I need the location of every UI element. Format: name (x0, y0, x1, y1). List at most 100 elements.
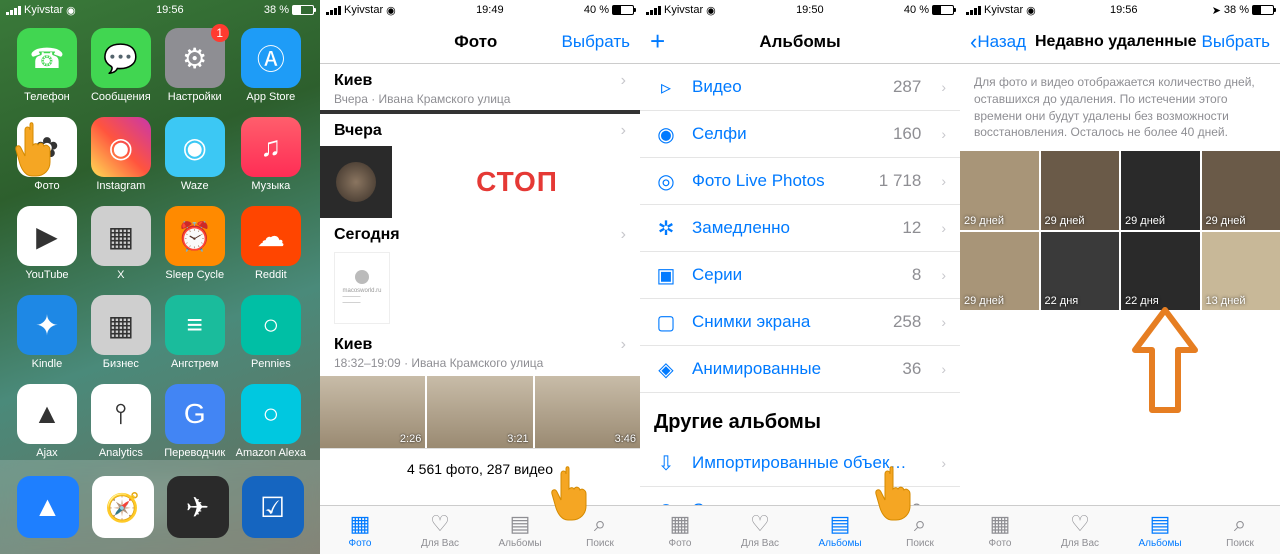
tab-icon: ⌕ (594, 512, 606, 536)
app-Настройки[interactable]: ⚙1Настройки (162, 28, 228, 103)
app-Бизнес[interactable]: ▦Бизнес (88, 295, 154, 370)
app-YouTube[interactable]: ▶YouTube (14, 206, 80, 281)
deleted-thumb[interactable]: 22 дня (1041, 232, 1120, 311)
tab-Поиск[interactable]: ⌕Поиск (560, 506, 640, 554)
app-label: Фото (34, 180, 59, 192)
tab-Фото[interactable]: ▦Фото (320, 506, 400, 554)
section-header[interactable]: Сегодня › (320, 218, 640, 248)
tab-Альбомы[interactable]: ▤Альбомы (480, 506, 560, 554)
tab-Для Вас[interactable]: ♡Для Вас (720, 506, 800, 554)
app-Переводчик[interactable]: GПереводчик (162, 384, 228, 459)
deleted-thumb[interactable]: 29 дней (960, 232, 1039, 311)
tab-label: Поиск (906, 538, 934, 549)
album-type-icon: ◈ (654, 357, 678, 381)
nav-title: Альбомы (710, 32, 890, 52)
thumbnail-row[interactable]: СТОП (320, 144, 640, 218)
video-thumb[interactable]: 2:26 (320, 376, 425, 448)
video-thumb[interactable]: 3:46 (535, 376, 640, 448)
location-icon: ➤ (1212, 4, 1221, 17)
document-thumb[interactable]: macosworld.ru—————— (334, 252, 390, 324)
tab-Фото[interactable]: ▦ Фото (960, 506, 1040, 554)
add-button[interactable]: + (650, 26, 710, 57)
duration: 2:26 (400, 433, 421, 445)
deleted-thumb[interactable]: 29 дней (1041, 151, 1120, 230)
app-label: Ajax (36, 447, 57, 459)
app-Pennies[interactable]: ○Pennies (236, 295, 306, 370)
app-Ангстрем[interactable]: ≡Ангстрем (162, 295, 228, 370)
tab-label: Фото (989, 538, 1012, 549)
nav-title: Фото (390, 32, 562, 52)
tab-Для Вас[interactable]: ♡Для Вас (1040, 506, 1120, 554)
app-Фото[interactable]: ✿Фото (14, 117, 80, 192)
tab-Поиск[interactable]: ⌕Поиск (880, 506, 960, 554)
app-Сообщения[interactable]: 💬Сообщения (88, 28, 154, 103)
deleted-thumb[interactable]: 29 дней (1202, 151, 1280, 230)
album-row[interactable]: ◉Селфи160› (640, 111, 960, 158)
tab-Альбомы[interactable]: ▤Альбомы (800, 506, 880, 554)
album-row[interactable]: ◈Анимированные36› (640, 346, 960, 393)
app-Instagram[interactable]: ◉Instagram (88, 117, 154, 192)
tab-Фото[interactable]: ▦Фото (640, 506, 720, 554)
album-row[interactable]: ▢Снимки экрана258› (640, 299, 960, 346)
dock-app[interactable]: ▲ (17, 476, 79, 538)
album-row[interactable]: ✲Замедленно12› (640, 205, 960, 252)
app-Kindle[interactable]: ✦Kindle (14, 295, 80, 370)
tab-Поиск[interactable]: ⌕Поиск (1200, 506, 1280, 554)
album-name: Фото Live Photos (692, 171, 865, 191)
app-label: Сообщения (91, 91, 151, 103)
tab-icon: ⌕ (1234, 512, 1246, 536)
app-X[interactable]: ▦X (88, 206, 154, 281)
select-button[interactable]: Выбрать (562, 32, 630, 52)
deleted-grid: 29 дней29 дней29 дней29 дней29 дней22 дн… (960, 151, 1280, 310)
chevron-right-icon: › (941, 126, 946, 142)
app-label: Настройки (168, 91, 222, 103)
album-count: 160 (893, 124, 921, 144)
album-row[interactable]: ⇩Импортированные объек…› (640, 440, 960, 487)
album-type-icon: ⇩ (654, 451, 678, 475)
app-Музыка[interactable]: ♫Музыка (236, 117, 306, 192)
app-Ajax[interactable]: ▲Ajax (14, 384, 80, 459)
album-row[interactable]: ▣Серии8› (640, 252, 960, 299)
tab-Альбомы[interactable]: ▤Альбомы (1120, 506, 1200, 554)
app-icon: ◉ (165, 117, 225, 177)
status-bar: Kyivstar◉ 19:50 40 % (640, 0, 960, 20)
clock: 19:56 (156, 4, 184, 16)
tab-icon: ▤ (510, 512, 531, 536)
thumbnail-row[interactable]: 2:26 3:213:46 (320, 374, 640, 448)
app-App Store[interactable]: ⒶApp Store (236, 28, 306, 103)
section-header[interactable]: КиевВчера · Ивана Крамского улица › (320, 64, 640, 110)
section-header[interactable]: Вчера › (320, 114, 640, 144)
app-icon: ▦ (91, 206, 151, 266)
app-Analytics[interactable]: ⫯Analytics (88, 384, 154, 459)
app-label: Amazon Alexa (236, 447, 306, 459)
signal-icon (326, 6, 341, 15)
video-thumb[interactable]: 3:21 (427, 376, 532, 448)
album-count: 1 718 (879, 171, 922, 191)
back-button[interactable]: ‹Назад (970, 29, 1030, 55)
app-label: Pennies (251, 358, 291, 370)
app-label: Переводчик (164, 447, 225, 459)
dock: ▲🧭✈☑ (0, 460, 320, 554)
nav-bar: ‹Назад Недавно удаленные Выбрать (960, 20, 1280, 64)
select-button[interactable]: Выбрать (1202, 32, 1270, 52)
section-header[interactable]: Киев18:32–19:09 · Ивана Крамского улица … (320, 328, 640, 374)
nav-bar: Фото Выбрать (320, 20, 640, 64)
album-row[interactable]: ▹Видео287› (640, 64, 960, 111)
tab-Для Вас[interactable]: ♡Для Вас (400, 506, 480, 554)
app-Телефон[interactable]: ☎Телефон (14, 28, 80, 103)
dock-app[interactable]: ✈ (167, 476, 229, 538)
dock-app[interactable]: ☑ (242, 476, 304, 538)
app-Sleep Cycle[interactable]: ⏰Sleep Cycle (162, 206, 228, 281)
app-icon: ≡ (165, 295, 225, 355)
app-Reddit[interactable]: ☁Reddit (236, 206, 306, 281)
dock-app[interactable]: 🧭 (92, 476, 154, 538)
app-Amazon Alexa[interactable]: ○Amazon Alexa (236, 384, 306, 459)
tab-bar: ▦Фото♡Для Вас▤Альбомы⌕Поиск (640, 505, 960, 554)
app-Waze[interactable]: ◉Waze (162, 117, 228, 192)
tab-icon: ▦ (990, 512, 1011, 536)
deleted-thumb[interactable]: 13 дней (1202, 232, 1280, 311)
deleted-thumb[interactable]: 29 дней (1121, 151, 1200, 230)
album-row[interactable]: ◎Фото Live Photos1 718› (640, 158, 960, 205)
deleted-thumb[interactable]: 22 дня (1121, 232, 1200, 311)
deleted-thumb[interactable]: 29 дней (960, 151, 1039, 230)
